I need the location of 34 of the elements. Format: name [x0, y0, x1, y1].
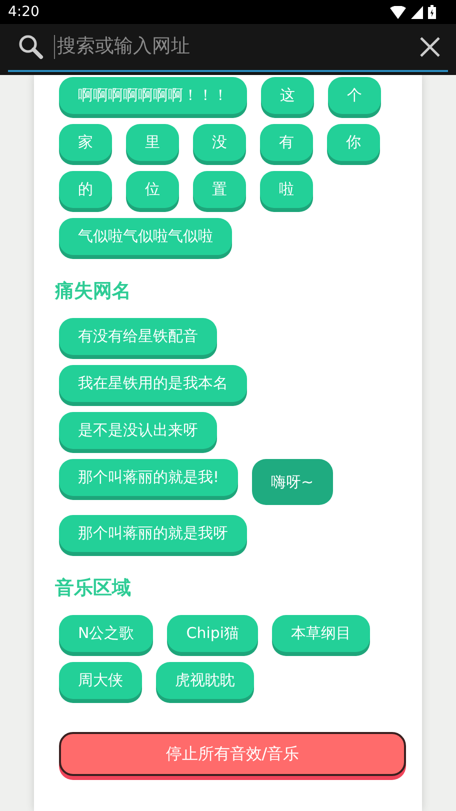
sound-button[interactable]: 本草纲目 [272, 615, 370, 652]
signal-icon [411, 6, 423, 18]
sound-button[interactable]: 那个叫蒋丽的就是我呀 [59, 515, 247, 552]
search-icon [18, 34, 44, 60]
sound-button[interactable]: 有 [260, 124, 313, 161]
sound-button[interactable]: 那个叫蒋丽的就是我! [59, 459, 238, 496]
sound-button[interactable]: 个 [328, 77, 381, 114]
sound-button[interactable]: 没 [193, 124, 246, 161]
battery-icon [428, 5, 436, 19]
sound-button[interactable]: 你 [327, 124, 380, 161]
sound-button[interactable]: 位 [126, 171, 179, 208]
sound-button[interactable]: N公之歌 [59, 615, 154, 652]
sound-button[interactable]: 啦 [260, 171, 313, 208]
sound-button[interactable]: 气似啦气似啦气似啦 [59, 218, 232, 255]
sound-button[interactable]: 家 [59, 124, 112, 161]
sound-button[interactable]: 里 [126, 124, 179, 161]
status-time: 4:20 [8, 4, 40, 20]
section-heading: 痛失网名 [55, 279, 132, 304]
section-heading: 音乐区域 [55, 576, 132, 601]
sound-button[interactable]: 有没有给星铁配音 [59, 318, 217, 355]
sound-button[interactable]: 嗨呀~ [252, 459, 333, 505]
sound-button[interactable]: Chipi猫 [167, 615, 258, 652]
sound-button[interactable]: 置 [193, 171, 246, 208]
close-icon[interactable] [420, 37, 440, 57]
search-bar[interactable]: 搜索或输入网址 [0, 24, 456, 75]
sound-button[interactable]: 是不是没认出来呀 [59, 412, 217, 449]
sound-button[interactable]: 周大侠 [59, 662, 142, 699]
sound-button[interactable]: 这 [261, 77, 314, 114]
search-field[interactable]: 搜索或输入网址 [54, 35, 410, 59]
sound-button[interactable]: 我在星铁用的是我本名 [59, 365, 247, 402]
sound-button[interactable]: 的 [59, 171, 112, 208]
sound-button[interactable]: 啊啊啊啊啊啊啊！！！ [59, 77, 247, 114]
sound-button[interactable]: 虎视眈眈 [156, 662, 254, 699]
wifi-icon [390, 6, 406, 18]
